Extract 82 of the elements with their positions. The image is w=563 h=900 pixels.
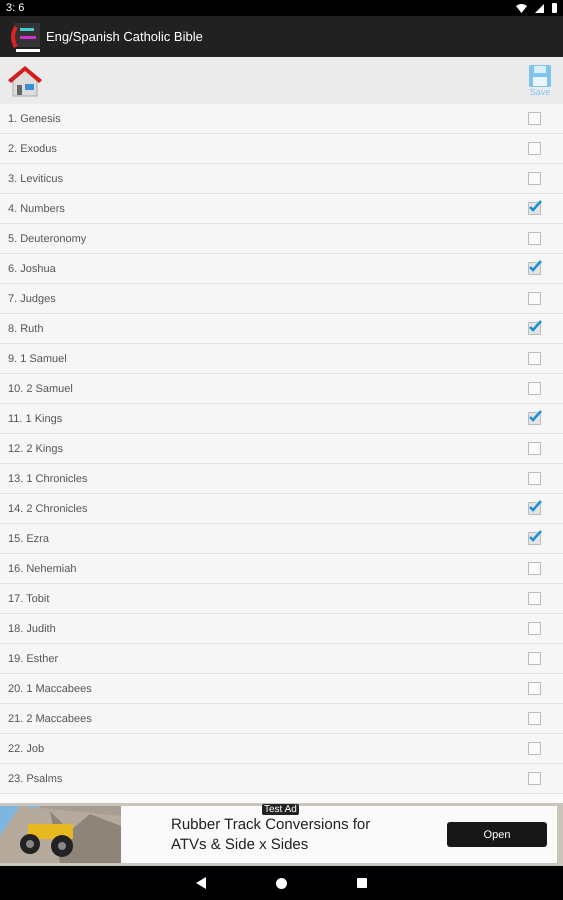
book-label: 8. Ruth [8,322,44,334]
checkbox[interactable] [528,172,541,185]
book-label: 22. Job [8,742,44,754]
book-row[interactable]: 5. Deuteronomy [0,224,563,254]
book-label: 14. 2 Chronicles [8,502,88,514]
book-row[interactable]: 22. Job [0,734,563,764]
book-label: 2. Exodus [8,142,57,154]
checkbox[interactable] [528,262,541,275]
back-icon[interactable] [196,877,206,889]
checkbox[interactable] [528,472,541,485]
book-row[interactable]: 1. Genesis [0,104,563,134]
checkbox[interactable] [528,112,541,125]
book-row[interactable]: 20. 1 Maccabees [0,674,563,704]
ad-badge: Test Ad [262,804,299,815]
checkbox[interactable] [528,232,541,245]
book-row[interactable]: 4. Numbers [0,194,563,224]
home-icon[interactable] [8,64,42,96]
book-label: 3. Leviticus [8,172,64,184]
book-row[interactable]: 11. 1 Kings [0,404,563,434]
book-label: 21. 2 Maccabees [8,712,92,724]
book-label: 7. Judges [8,292,56,304]
book-label: 10. 2 Samuel [8,382,73,394]
checkbox[interactable] [528,592,541,605]
checkbox[interactable] [528,712,541,725]
book-row[interactable]: 21. 2 Maccabees [0,704,563,734]
book-row[interactable]: 13. 1 Chronicles [0,464,563,494]
app-title: Eng/Spanish Catholic Bible [46,29,203,44]
checkbox[interactable] [528,532,541,545]
book-label: 13. 1 Chronicles [8,472,88,484]
book-label: 5. Deuteronomy [8,232,86,244]
home-button-icon[interactable] [276,878,287,888]
signal-icon [535,4,544,12]
book-row[interactable]: 17. Tobit [0,584,563,614]
book-label: 17. Tobit [8,592,50,604]
book-row[interactable]: 3. Leviticus [0,164,563,194]
book-label: 1. Genesis [8,112,61,124]
book-row[interactable]: 6. Joshua [0,254,563,284]
checkbox[interactable] [528,562,541,575]
recents-icon[interactable] [357,878,367,888]
status-time: 3: 6 [6,2,24,14]
checkbox[interactable] [528,292,541,305]
book-row[interactable]: 12. 2 Kings [0,434,563,464]
book-label: 20. 1 Maccabees [8,682,92,694]
checkbox[interactable] [528,742,541,755]
book-row[interactable]: 10. 2 Samuel [0,374,563,404]
book-row[interactable]: 8. Ruth [0,314,563,344]
checkbox[interactable] [528,682,541,695]
checkbox[interactable] [528,772,541,785]
book-label: 18. Judith [8,622,56,634]
book-label: 23. Psalms [8,772,62,784]
book-label: 9. 1 Samuel [8,352,67,364]
checkbox[interactable] [528,352,541,365]
wifi-icon [516,4,527,12]
book-label: 19. Esther [8,652,58,664]
book-row[interactable]: 18. Judith [0,614,563,644]
checkbox[interactable] [528,412,541,425]
book-label: 16. Nehemiah [8,562,76,574]
book-label: 11. 1 Kings [8,412,62,424]
book-label: 15. Ezra [8,532,49,544]
checkbox[interactable] [528,202,541,215]
app-logo-icon [10,20,42,52]
book-row[interactable]: 14. 2 Chronicles [0,494,563,524]
checkbox[interactable] [528,442,541,455]
checkbox[interactable] [528,382,541,395]
book-label: 6. Joshua [8,262,56,274]
battery-icon [552,3,557,13]
checkbox[interactable] [528,652,541,665]
ad-headline: Rubber Track Conversions for ATVs & Side x Sides [171,814,372,854]
book-label: 12. 2 Kings [8,442,64,454]
checkbox[interactable] [528,502,541,515]
book-label: 4. Numbers [8,202,65,214]
book-row[interactable]: 2. Exodus [0,134,563,164]
checkbox[interactable] [528,322,541,335]
book-row[interactable]: 19. Esther [0,644,563,674]
book-row[interactable]: 23. Psalms [0,764,563,794]
book-row[interactable]: 9. 1 Samuel [0,344,563,374]
book-row[interactable]: 7. Judges [0,284,563,314]
open-button[interactable]: Open [447,822,547,847]
checkbox[interactable] [528,622,541,635]
book-row[interactable]: 16. Nehemiah [0,554,563,584]
book-row[interactable]: 15. Ezra [0,524,563,554]
checkbox[interactable] [528,142,541,155]
